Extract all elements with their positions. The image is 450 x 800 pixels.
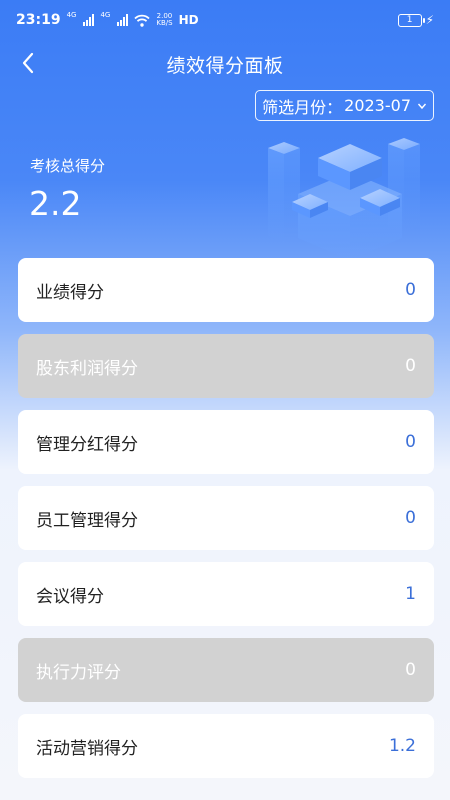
charging-icon: ⚡ — [425, 13, 434, 27]
score-card-management-dividend[interactable]: 管理分红得分 0 — [18, 410, 434, 474]
status-left: 23:19 4G 4G 2.00 KB/S HD — [16, 11, 199, 28]
score-card-staff-management[interactable]: 员工管理得分 0 — [18, 486, 434, 550]
signal-label-2: 4G — [100, 11, 111, 19]
hd-indicator: HD — [178, 13, 199, 27]
score-name: 执行力评分 — [36, 662, 121, 683]
page-title: 绩效得分面板 — [166, 55, 284, 77]
score-value: 0 — [405, 508, 416, 528]
score-card-shareholder-profit[interactable]: 股东利润得分 0 — [18, 334, 434, 398]
battery-level: 1 — [406, 14, 413, 25]
network-speed: 2.00 KB/S — [156, 13, 172, 27]
score-card-execution[interactable]: 执行力评分 0 — [18, 638, 434, 702]
score-value: 0 — [405, 280, 416, 300]
signal-label-1: 4G — [66, 11, 77, 19]
score-value: 0 — [405, 432, 416, 452]
score-value: 0 — [405, 660, 416, 680]
total-score-label: 考核总得分 — [30, 157, 106, 175]
status-bar: 23:19 4G 4G 2.00 KB/S HD 1 ⚡ — [0, 0, 450, 40]
status-time: 23:19 — [16, 12, 61, 28]
month-filter-value: 2023-07 — [344, 96, 411, 115]
wifi-icon — [134, 14, 150, 27]
score-name: 管理分红得分 — [36, 434, 138, 455]
score-card-event-marketing[interactable]: 活动营销得分 1.2 — [18, 714, 434, 778]
chevron-down-icon — [417, 102, 427, 110]
score-name: 会议得分 — [36, 586, 104, 607]
total-score-value: 2.2 — [29, 184, 82, 223]
score-name: 活动营销得分 — [36, 738, 138, 759]
score-value: 0 — [405, 356, 416, 376]
score-value: 1.2 — [388, 736, 416, 756]
score-name: 股东利润得分 — [36, 358, 138, 379]
score-list: 业绩得分 0 股东利润得分 0 管理分红得分 0 员工管理得分 0 会议得分 1… — [18, 258, 434, 790]
battery-icon: 1 — [397, 13, 425, 27]
nav-bar: 绩效得分面板 — [0, 40, 450, 86]
status-right: 1 ⚡ — [397, 13, 434, 27]
speed-unit: KB/S — [156, 19, 173, 27]
score-value: 1 — [405, 584, 416, 604]
score-card-performance[interactable]: 业绩得分 0 — [18, 258, 434, 322]
score-card-meeting[interactable]: 会议得分 1 — [18, 562, 434, 626]
month-filter-button[interactable]: 筛选月份： 2023-07 — [255, 90, 434, 121]
month-filter-label: 筛选月份： — [262, 97, 343, 117]
signal-icon-2 — [117, 14, 129, 26]
isometric-building-illustration — [268, 138, 420, 260]
score-name: 业绩得分 — [36, 282, 104, 303]
score-name: 员工管理得分 — [36, 510, 138, 531]
signal-icon — [83, 14, 95, 26]
